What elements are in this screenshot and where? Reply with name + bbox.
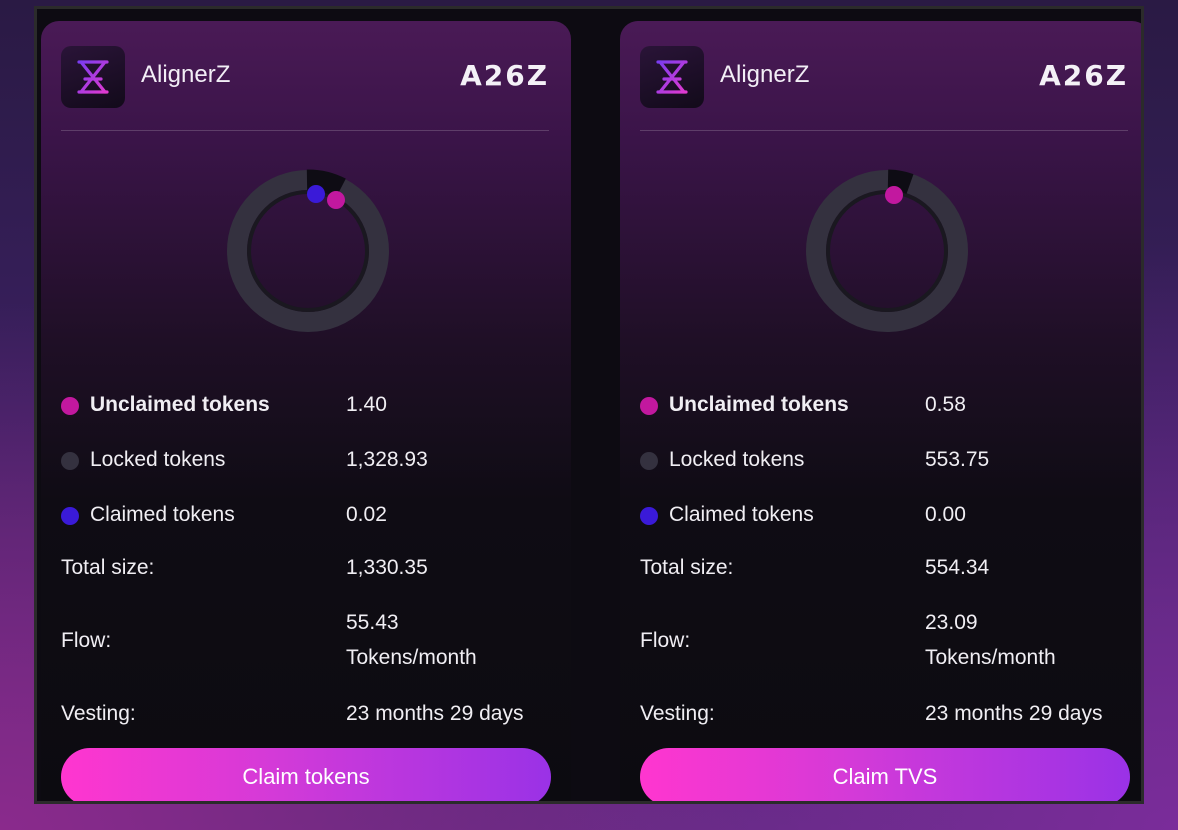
flow-label: Flow: (61, 629, 112, 652)
flow-value: 55.43 (346, 611, 399, 634)
claim-tvs-button[interactable]: Claim TVS (640, 748, 1130, 801)
flow-value: 23.09 (925, 611, 978, 634)
total-label: Total size: (61, 556, 155, 579)
claim-tokens-button[interactable]: Claim tokens (61, 748, 551, 801)
locked-value: 1,328.93 (346, 448, 428, 471)
divider (61, 130, 549, 131)
claimed-value: 0.02 (346, 503, 387, 526)
unclaimed-label: Unclaimed tokens (669, 393, 849, 416)
total-value: 1,330.35 (346, 556, 428, 579)
claimed-dot (61, 507, 79, 525)
hourglass-icon (656, 60, 688, 94)
unclaimed-dot (61, 397, 79, 415)
gap-segment (887, 169, 914, 195)
inner-ring (247, 190, 369, 312)
locked-label: Locked tokens (90, 448, 226, 471)
total-value: 554.34 (925, 556, 990, 579)
brand-label: A26Z (1039, 59, 1128, 92)
brand-label: A26Z (460, 59, 549, 92)
unclaimed-label: Unclaimed tokens (90, 393, 270, 416)
claimed-marker (307, 185, 325, 203)
unclaimed-value: 0.58 (925, 393, 966, 416)
vesting-card: AlignerZ A26Z Unclaimed tokens 0.58 Lock… (620, 21, 1141, 801)
total-label: Total size: (640, 556, 734, 579)
token-donut-chart (806, 169, 968, 332)
locked-label: Locked tokens (669, 448, 805, 471)
claimed-dot (640, 507, 658, 525)
claimed-label: Claimed tokens (669, 503, 814, 526)
vesting-value: 23 months 29 days (925, 702, 1103, 725)
vesting-label: Vesting: (640, 702, 715, 725)
vesting-card: AlignerZ A26Z Unclaimed tokens 1.40 Lock… (41, 21, 571, 801)
flow-label: Flow: (640, 629, 691, 652)
app-logo (640, 46, 704, 108)
unclaimed-marker (327, 191, 345, 209)
flow-unit: Tokens/month (925, 646, 1056, 669)
locked-dot (640, 452, 658, 470)
flow-unit: Tokens/month (346, 646, 477, 669)
locked-ring (227, 170, 389, 332)
inner-ring (826, 190, 948, 312)
vesting-value: 23 months 29 days (346, 702, 524, 725)
locked-ring (806, 170, 968, 332)
divider (640, 130, 1128, 131)
app-logo (61, 46, 125, 108)
unclaimed-dot (640, 397, 658, 415)
claimed-label: Claimed tokens (90, 503, 235, 526)
app-name: AlignerZ (720, 61, 810, 88)
unclaimed-value: 1.40 (346, 393, 387, 416)
unclaimed-marker (885, 186, 903, 204)
cards-frame: AlignerZ A26Z Unclaimed tokens 1.40 Lock… (34, 6, 1144, 804)
claimed-value: 0.00 (925, 503, 966, 526)
locked-value: 553.75 (925, 448, 990, 471)
token-donut-chart (227, 169, 389, 332)
app-name: AlignerZ (141, 61, 231, 88)
vesting-label: Vesting: (61, 702, 136, 725)
hourglass-icon (77, 60, 109, 94)
locked-dot (61, 452, 79, 470)
